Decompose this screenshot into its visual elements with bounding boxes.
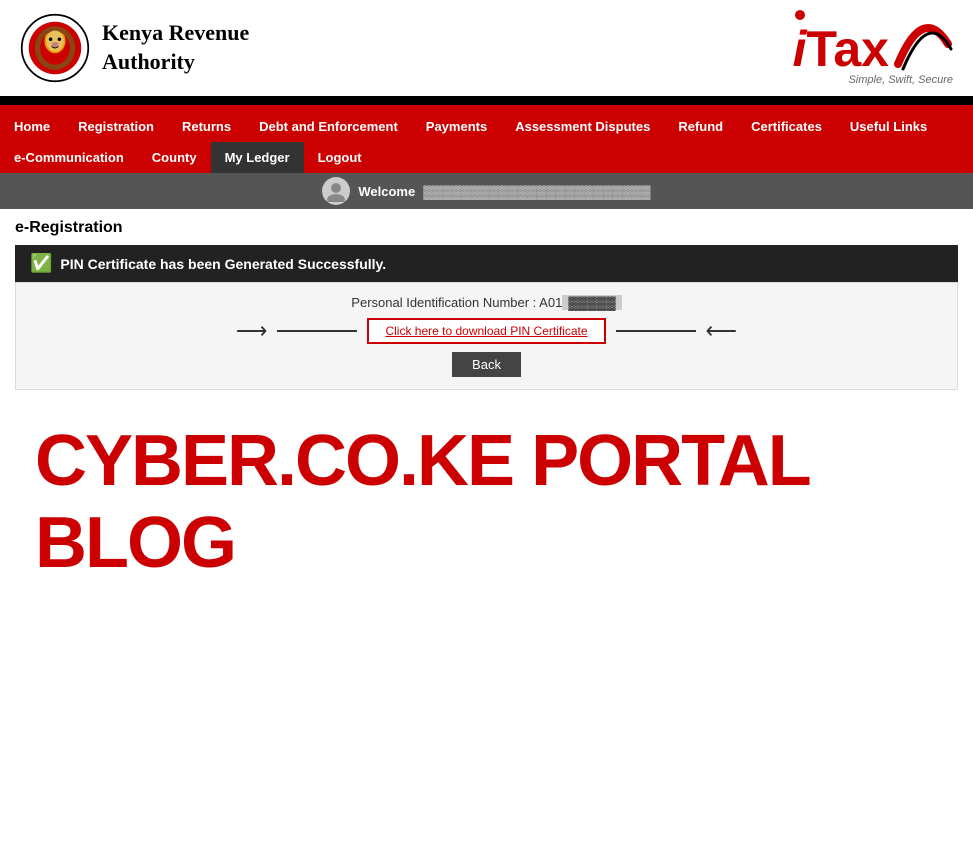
back-button[interactable]: Back [452,352,521,377]
nav-refund[interactable]: Refund [664,111,737,142]
nav-assessment[interactable]: Assessment Disputes [501,111,664,142]
nav-logout[interactable]: Logout [304,142,376,173]
welcome-bar: Welcome ▓▓▓▓▓▓▓▓▓▓▓▓▓▓▓▓▓▓▓▓▓▓▓▓ [0,173,973,209]
org-name: Kenya Revenue Authority [102,19,249,76]
header-left: Kenya Revenue Authority [20,13,249,83]
tagline: Simple, Swift, Secure [848,74,953,86]
nav-payments[interactable]: Payments [412,111,501,142]
nav-home[interactable]: Home [0,111,64,142]
download-certificate-link[interactable]: Click here to download PIN Certificate [367,318,605,344]
nav-row-2: e-Communication County My Ledger Logout [0,142,973,173]
watermark-text: CYBER.CO.KE PORTAL BLOG [35,420,938,584]
nav-registration[interactable]: Registration [64,111,168,142]
nav-debt[interactable]: Debt and Enforcement [245,111,412,142]
nav-ecomm[interactable]: e-Communication [0,142,138,173]
nav-county[interactable]: County [138,142,211,173]
welcome-label: Welcome [358,184,415,199]
watermark-area: CYBER.CO.KE PORTAL BLOG [15,390,958,614]
info-area: Personal Identification Number : A01▓▓▓▓… [15,282,958,390]
arrow-right-icon: ⟵ [706,318,738,344]
arrow-left-icon: ⟶ [236,318,268,344]
page-content: e-Registration ✅ PIN Certificate has bee… [0,209,973,624]
nav-certificates[interactable]: Certificates [737,111,836,142]
itax-logo: i Tax Simple, Swift, Secure [793,10,953,86]
back-btn-row: Back [31,352,942,377]
nav-useful[interactable]: Useful Links [836,111,941,142]
header: Kenya Revenue Authority i Tax Simple, Sw… [0,0,973,100]
success-banner: ✅ PIN Certificate has been Generated Suc… [15,245,958,282]
user-avatar [322,177,350,205]
nav-ledger[interactable]: My Ledger [211,142,304,173]
nav-row-1: Home Registration Returns Debt and Enfor… [0,111,973,142]
success-message: PIN Certificate has been Generated Succe… [60,256,386,272]
kra-logo [20,13,90,83]
pin-label: Personal Identification Number : A01▓▓▓▓… [31,295,942,310]
nav-returns[interactable]: Returns [168,111,245,142]
success-icon: ✅ [30,253,52,274]
page-title: e-Registration [15,219,958,237]
arrows-row: ⟶ Click here to download PIN Certificate… [31,318,942,344]
welcome-username: ▓▓▓▓▓▓▓▓▓▓▓▓▓▓▓▓▓▓▓▓▓▓▓▓ [423,184,650,199]
